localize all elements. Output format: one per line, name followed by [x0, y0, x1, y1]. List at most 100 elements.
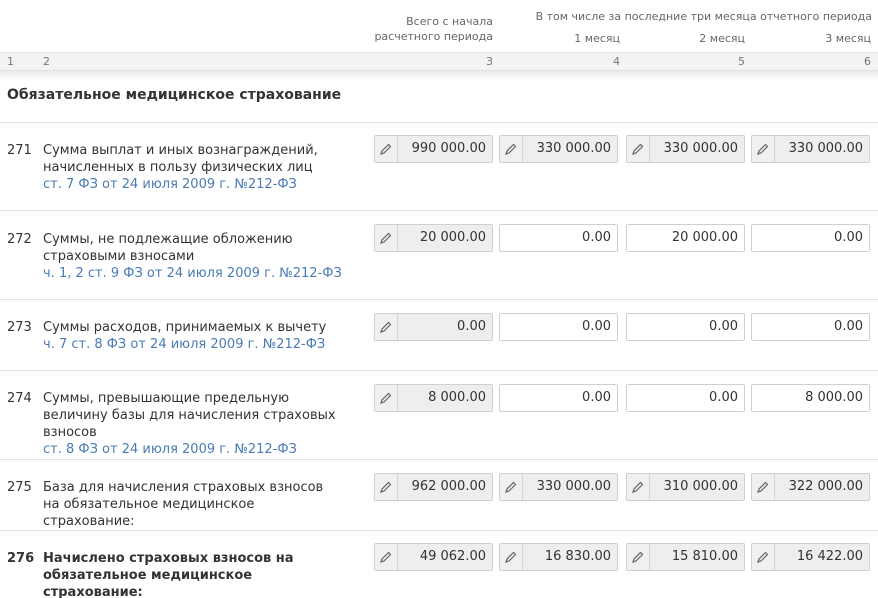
pencil-icon[interactable]: [627, 136, 650, 162]
pencil-icon[interactable]: [375, 474, 398, 500]
field-value: 990 000.00: [398, 136, 492, 162]
field-value[interactable]: 0.00: [500, 225, 617, 251]
total-column-header: Всего с начала расчетного периода: [363, 14, 493, 44]
row-label: Сумма выплат и иных вознаграждений, начи…: [43, 143, 318, 175]
table-row: 271 Сумма выплат и иных вознаграждений, …: [0, 122, 878, 210]
column-number: 6: [864, 55, 871, 68]
month-3-input[interactable]: 0.00: [751, 313, 870, 341]
field-value: 15 810.00: [650, 544, 744, 570]
month-3-field[interactable]: 16 422.00: [751, 543, 870, 571]
pencil-icon[interactable]: [375, 314, 398, 340]
month-2-input[interactable]: 20 000.00: [626, 224, 745, 252]
total-field[interactable]: 0.00: [374, 313, 493, 341]
header-shadow: [0, 71, 878, 81]
month-3-field[interactable]: 330 000.00: [751, 135, 870, 163]
total-field[interactable]: 49 062.00: [374, 543, 493, 571]
field-value[interactable]: 8 000.00: [752, 385, 869, 411]
field-value: 330 000.00: [523, 136, 617, 162]
row-code: 273: [7, 320, 32, 335]
month-3-input[interactable]: 8 000.00: [751, 384, 870, 412]
pencil-icon[interactable]: [375, 225, 398, 251]
field-value[interactable]: 0.00: [500, 314, 617, 340]
table-header: Всего с начала расчетного периода В том …: [0, 0, 878, 52]
pencil-icon[interactable]: [500, 544, 523, 570]
law-reference-link[interactable]: ч. 7 ст. 8 ФЗ от 24 июля 2009 г. №212-ФЗ: [43, 336, 343, 353]
law-reference-link[interactable]: ст. 8 ФЗ от 24 июля 2009 г. №212-ФЗ: [43, 441, 343, 458]
field-value[interactable]: 0.00: [752, 225, 869, 251]
row-code: 274: [7, 391, 32, 406]
field-value: 962 000.00: [398, 474, 492, 500]
field-value: 16 830.00: [523, 544, 617, 570]
month-2-field[interactable]: 310 000.00: [626, 473, 745, 501]
month-2-input[interactable]: 0.00: [626, 384, 745, 412]
pencil-icon[interactable]: [375, 385, 398, 411]
total-field[interactable]: 962 000.00: [374, 473, 493, 501]
field-value[interactable]: 20 000.00: [627, 225, 744, 251]
table-row: 275 База для начисления страховых взносо…: [0, 459, 878, 530]
pencil-icon[interactable]: [375, 136, 398, 162]
column-number: 4: [613, 55, 620, 68]
month-1-field[interactable]: 330 000.00: [499, 473, 618, 501]
field-value: 20 000.00: [398, 225, 492, 251]
row-label-block: Суммы, превышающие предельную величину б…: [43, 390, 343, 458]
section-title: Обязательное медицинское страхование: [7, 87, 342, 103]
field-value[interactable]: 0.00: [752, 314, 869, 340]
row-code: 272: [7, 232, 32, 247]
month-2-input[interactable]: 0.00: [626, 313, 745, 341]
row-label: Начислено страховых взносов на обязатель…: [43, 551, 294, 598]
column-numbers-strip: 1 2 3 4 5 6: [0, 52, 878, 71]
pencil-icon[interactable]: [500, 136, 523, 162]
pencil-icon[interactable]: [627, 474, 650, 500]
field-value: 16 422.00: [775, 544, 869, 570]
pencil-icon[interactable]: [752, 474, 775, 500]
field-value[interactable]: 0.00: [627, 314, 744, 340]
column-number: 2: [43, 55, 50, 68]
month-1-input[interactable]: 0.00: [499, 384, 618, 412]
row-code: 276: [7, 551, 35, 566]
table-row: 276 Начислено страховых взносов на обяза…: [0, 530, 878, 598]
table-row: 274 Суммы, превышающие предельную величи…: [0, 370, 878, 459]
pencil-icon[interactable]: [752, 544, 775, 570]
pencil-icon[interactable]: [500, 474, 523, 500]
table-row: 273 Суммы расходов, принимаемых к вычету…: [0, 299, 878, 370]
total-field[interactable]: 8 000.00: [374, 384, 493, 412]
month-1-input[interactable]: 0.00: [499, 224, 618, 252]
month-1-field[interactable]: 330 000.00: [499, 135, 618, 163]
month-2-field[interactable]: 15 810.00: [626, 543, 745, 571]
total-header-line-2: расчетного периода: [374, 30, 493, 43]
month-3-header: 3 месяц: [825, 32, 871, 45]
month-1-header: 1 месяц: [574, 32, 620, 45]
row-label-block: Суммы, не подлежащие обложению страховым…: [43, 231, 343, 282]
pencil-icon[interactable]: [627, 544, 650, 570]
month-1-field[interactable]: 16 830.00: [499, 543, 618, 571]
field-value: 310 000.00: [650, 474, 744, 500]
months-group-header: В том числе за последние три месяца отче…: [535, 10, 872, 23]
field-value: 8 000.00: [398, 385, 492, 411]
law-reference-link[interactable]: ст. 7 ФЗ от 24 июля 2009 г. №212-ФЗ: [43, 176, 343, 193]
month-1-input[interactable]: 0.00: [499, 313, 618, 341]
field-value[interactable]: 0.00: [627, 385, 744, 411]
row-label-block: Сумма выплат и иных вознаграждений, начи…: [43, 142, 343, 193]
pencil-icon[interactable]: [375, 544, 398, 570]
pencil-icon[interactable]: [752, 136, 775, 162]
row-label: Суммы расходов, принимаемых к вычету: [43, 320, 327, 335]
law-reference-link[interactable]: ч. 1, 2 ст. 9 ФЗ от 24 июля 2009 г. №212…: [43, 265, 343, 282]
field-value: 322 000.00: [775, 474, 869, 500]
field-value: 0.00: [398, 314, 492, 340]
total-header-line-1: Всего с начала: [406, 15, 493, 28]
column-number: 5: [738, 55, 745, 68]
field-value[interactable]: 0.00: [500, 385, 617, 411]
month-3-input[interactable]: 0.00: [751, 224, 870, 252]
total-field[interactable]: 990 000.00: [374, 135, 493, 163]
row-label-block: Начислено страховых взносов на обязатель…: [43, 550, 343, 598]
total-field[interactable]: 20 000.00: [374, 224, 493, 252]
row-label-block: База для начисления страховых взносов на…: [43, 479, 343, 530]
month-3-field[interactable]: 322 000.00: [751, 473, 870, 501]
month-2-header: 2 месяц: [699, 32, 745, 45]
row-label: База для начисления страховых взносов на…: [43, 480, 324, 529]
month-2-field[interactable]: 330 000.00: [626, 135, 745, 163]
column-number: 3: [486, 55, 493, 68]
field-value: 330 000.00: [650, 136, 744, 162]
row-label: Суммы, не подлежащие обложению страховым…: [43, 232, 293, 264]
column-number: 1: [7, 55, 14, 68]
